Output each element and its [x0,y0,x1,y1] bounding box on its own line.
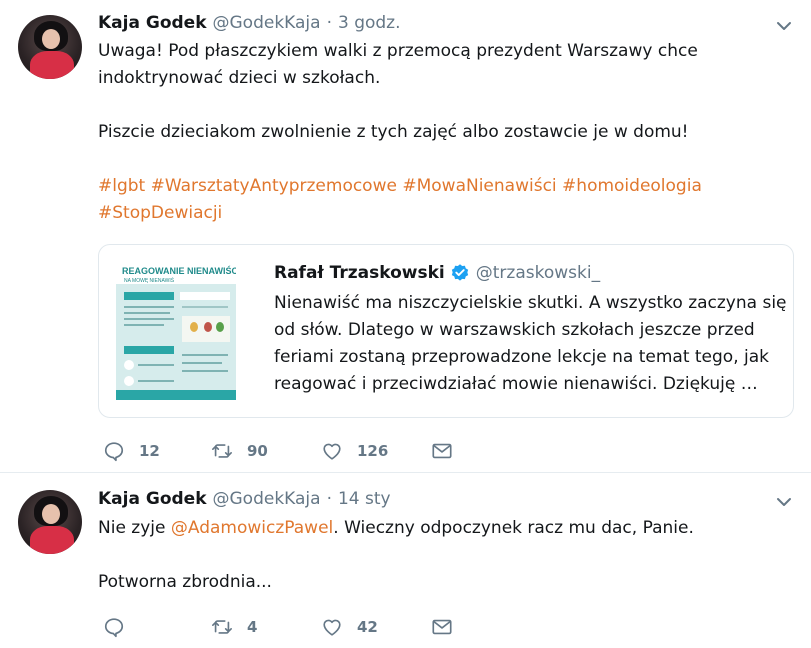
quoted-user-handle[interactable]: @trzaskowski_ [476,263,600,283]
text-segment: . Wieczny odpoczynek racz mu dac, Panie. [333,518,694,538]
tweet-text-line: indoktrynować dzieci w szkołach. [98,68,381,88]
hashtag-link[interactable]: #MowaNienawiści [402,176,556,196]
separator-dot: · [326,489,332,509]
like-icon [323,443,341,460]
separator-dot: · [326,13,332,33]
like-count: 126 [357,442,389,460]
user-handle[interactable]: @GodekKaja [213,489,321,509]
retweet-button[interactable]: 4 [211,615,257,639]
quoted-tweet-header: Rafał Trzaskowski @trzaskowski_ [274,263,600,283]
verified-badge-icon [451,264,468,281]
hashtag-link[interactable]: #WarsztatyAntyprzemocowe [151,176,397,196]
tweet[interactable]: Kaja Godek @GodekKaja · 14 sty Nie zyje … [0,474,811,648]
avatar[interactable] [18,490,82,554]
timestamp[interactable]: 14 sty [338,489,391,509]
quote-thumbnail: REAGOWANIE NIENAWIŚCI NA MOWĘ NIENAWIŚ [116,262,236,400]
like-button[interactable]: 126 [321,439,388,463]
reply-button[interactable]: 12 [103,439,160,463]
timestamp[interactable]: 3 godz. [338,13,401,33]
hashtag-line: #StopDewiacji [98,200,222,227]
quoted-text-line: reagować i przeciwdziałać mowie nienawiś… [274,374,758,394]
tweet-text-line: Potworna zbrodnia... [98,572,272,592]
like-button[interactable]: 42 [321,615,378,639]
avatar[interactable] [18,15,82,79]
quoted-tweet[interactable]: REAGOWANIE NIENAWIŚCI NA MOWĘ NIENAWIŚ R… [98,244,794,418]
tweet-header: Kaja Godek @GodekKaja · 3 godz. [98,13,401,35]
retweet-button[interactable]: 90 [211,439,268,463]
direct-message-icon [432,443,452,459]
tweet-text-line: Nie zyje @AdamowiczPawel. Wieczny odpocz… [98,515,694,542]
tweet-actions: 12 90 126 [103,439,523,463]
hashtag-link[interactable]: #lgbt [98,176,145,196]
like-icon [323,619,341,636]
tweet-actions: 4 42 [103,615,523,639]
direct-message-icon [432,619,452,635]
display-name[interactable]: Kaja Godek [98,489,207,509]
thumbnail-subtitle: NA MOWĘ NIENAWIŚ [124,278,175,284]
retweet-count: 90 [247,442,268,460]
mention-link[interactable]: @AdamowiczPawel [171,518,333,538]
tweet-text-line: Piszcie dzieciakom zwolnienie z tych zaj… [98,122,689,142]
quoted-text-line: feriami zostaną przeprowadzone lekcje na… [274,347,770,367]
caret-down-icon[interactable] [775,17,793,35]
reply-icon [104,442,124,462]
reply-button[interactable] [103,615,125,639]
display-name[interactable]: Kaja Godek [98,13,207,33]
tweet-text-line: Uwaga! Pod płaszczykiem walki z przemocą… [98,41,698,61]
hashtag-line: #lgbt #WarsztatyAntyprzemocowe #MowaNien… [98,173,702,200]
quoted-text-line: od słów. Dlatego w warszawskich szkołach… [274,320,755,340]
quoted-display-name[interactable]: Rafał Trzaskowski [274,263,445,283]
tweet[interactable]: Kaja Godek @GodekKaja · 3 godz. Uwaga! P… [0,0,811,473]
quoted-text-line: Nienawiść ma niszczycielskie skutki. A w… [274,293,787,313]
thumbnail-title: REAGOWANIE NIENAWIŚCI [122,266,236,276]
direct-message-button[interactable] [431,439,453,463]
caret-down-icon[interactable] [775,493,793,511]
tweet-header: Kaja Godek @GodekKaja · 14 sty [98,489,391,511]
retweet-icon [212,620,232,634]
text-segment: Nie zyje [98,518,171,538]
user-handle[interactable]: @GodekKaja [213,13,321,33]
reply-count: 12 [139,442,160,460]
reply-icon [104,618,124,638]
retweet-icon [212,444,232,458]
hashtag-link[interactable]: #StopDewiacji [98,203,222,223]
retweet-count: 4 [247,618,258,636]
direct-message-button[interactable] [431,615,453,639]
like-count: 42 [357,618,378,636]
hashtag-link[interactable]: #homoideologia [562,176,702,196]
